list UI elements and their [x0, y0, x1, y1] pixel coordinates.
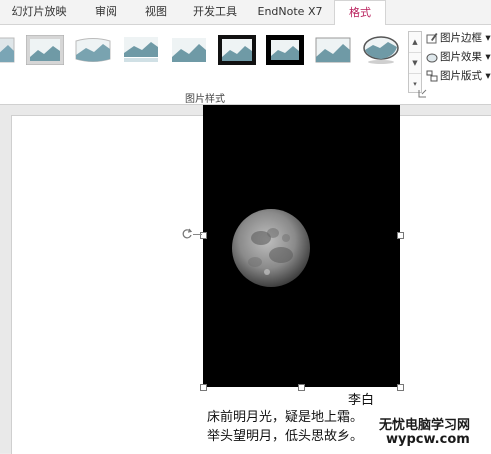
gallery-scroll[interactable]: ▲ ▼ ▾ [408, 31, 422, 93]
picture-styles-group-label: 图片样式 [185, 94, 225, 105]
resize-handle[interactable] [397, 384, 404, 391]
chevron-down-icon[interactable]: ▼ [409, 53, 421, 74]
picture-effects-button[interactable]: 图片效果 ▾ [426, 48, 491, 66]
picture-style-thumb[interactable] [266, 35, 304, 65]
poem-line: 举头望明月，低头思故乡。 [207, 429, 364, 444]
tab-review[interactable]: 审阅 [86, 0, 126, 24]
ribbon-panel: ▲ ▼ ▾ 图片边框 ▾ 图片效果 ▾ 图片版式 ▾ 图片样式 [0, 25, 491, 105]
tab-endnote[interactable]: EndNote X7 [250, 0, 330, 24]
picture-style-thumb[interactable] [170, 35, 208, 65]
chevron-up-icon[interactable]: ▲ [409, 32, 421, 53]
picture-style-thumb[interactable] [0, 35, 16, 65]
rotate-handle-icon[interactable] [181, 228, 193, 240]
picture-layout-label: 图片版式 [440, 70, 482, 82]
ribbon-tab-bar: 幻灯片放映 审阅 视图 开发工具 EndNote X7 格式 [0, 0, 491, 26]
picture-effects-icon [426, 53, 438, 63]
watermark-url: wypcw.com [386, 432, 470, 447]
picture-style-thumb[interactable] [26, 35, 64, 65]
moon-image [232, 209, 310, 287]
tab-developer[interactable]: 开发工具 [184, 0, 246, 24]
dialog-launcher-icon[interactable] [418, 89, 427, 98]
picture-style-thumb[interactable] [122, 35, 160, 65]
watermark-title: 无忧电脑学习网 [379, 418, 471, 433]
picture-layout-icon [426, 70, 438, 82]
rotate-connector [193, 234, 202, 235]
picture-style-thumb[interactable] [74, 35, 112, 65]
poem-line: 床前明月光，疑是地上霜。 [207, 410, 364, 425]
resize-handle[interactable] [397, 232, 404, 239]
moon-photo[interactable] [203, 105, 400, 387]
picture-border-button[interactable]: 图片边框 ▾ [426, 29, 491, 47]
resize-handle[interactable] [298, 384, 305, 391]
tab-view[interactable]: 视图 [136, 0, 176, 24]
pen-border-icon [426, 33, 438, 44]
picture-border-label: 图片边框 [440, 32, 482, 44]
picture-style-thumb[interactable] [218, 35, 256, 65]
tab-slideshow[interactable]: 幻灯片放映 [8, 0, 70, 24]
resize-handle[interactable] [200, 384, 207, 391]
picture-style-thumb[interactable] [362, 35, 400, 65]
picture-style-thumb[interactable] [314, 35, 352, 65]
picture-layout-button[interactable]: 图片版式 ▾ [426, 67, 491, 85]
picture-effects-label: 图片效果 [440, 51, 482, 63]
tab-format[interactable]: 格式 [334, 0, 386, 26]
